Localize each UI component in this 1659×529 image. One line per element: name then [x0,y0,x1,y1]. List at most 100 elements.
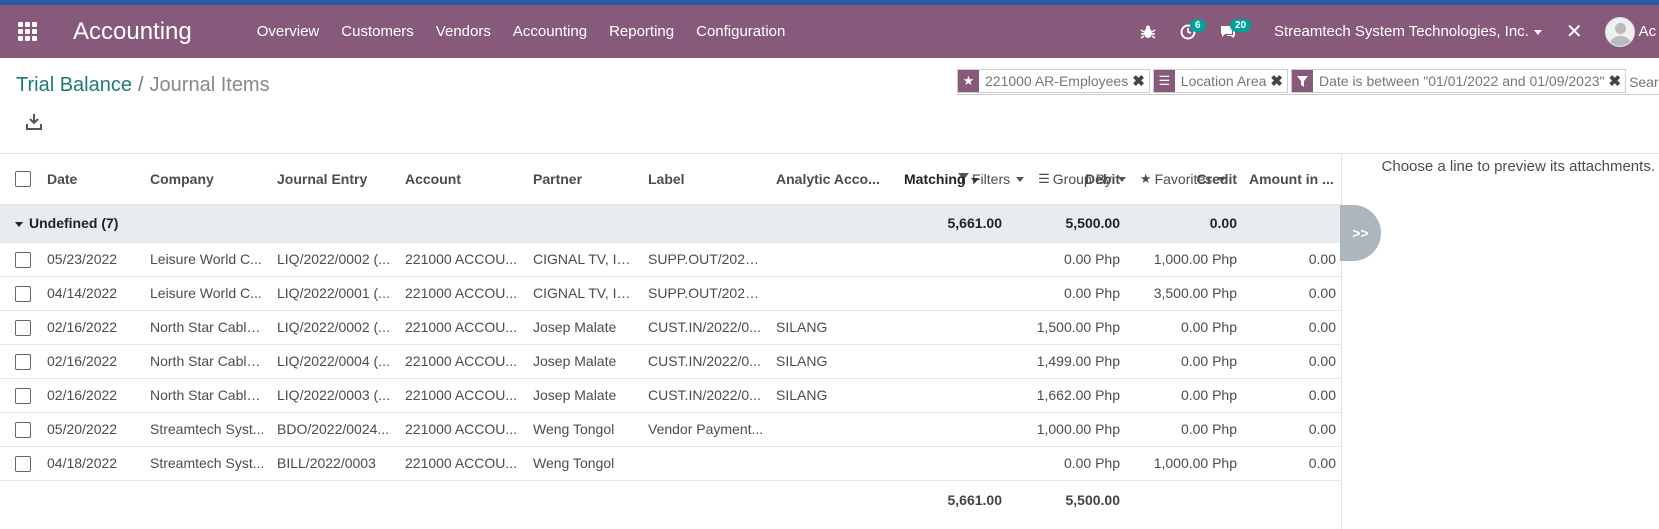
star-icon: ★ [958,70,979,92]
user-avatar[interactable] [1604,16,1635,47]
cell-partner: Weng Tongol [527,446,642,481]
cell-credit: 3,500.00 Php [1126,276,1243,311]
group-row[interactable]: Undefined (7) 5,661.00 5,500.00 0.00 [0,204,1342,243]
menu-customers[interactable]: Customers [330,23,425,40]
row-checkbox[interactable] [0,446,41,481]
row-checkbox[interactable] [0,378,41,413]
col-debit[interactable]: Debit [1008,154,1126,205]
breadcrumb: Trial Balance / Journal Items [16,74,270,97]
col-account[interactable]: Account [399,154,527,205]
totals-spacer-2 [1126,479,1243,520]
menu-configuration[interactable]: Configuration [685,23,796,40]
table-row[interactable]: 02/16/2022 North Star Cable... LIQ/2022/00… [0,378,1342,413]
cell-company: Leisure World C... [144,242,271,277]
cell-journal-entry: LIQ/2022/0002 (... [271,242,399,277]
apps-menu-icon[interactable] [0,5,54,58]
cell-company: North Star Cable... [144,310,271,345]
cell-company: North Star Cable... [144,344,271,379]
cell-journal-entry: LIQ/2022/0001 (... [271,276,399,311]
cell-label: Vendor Payment... [642,412,770,447]
table-row[interactable]: 05/23/2022 Leisure World C... LIQ/2022/000… [0,242,1342,277]
preview-hint: Choose a line to preview its attachments… [1381,158,1655,175]
row-checkbox[interactable] [0,310,41,345]
cell-matching [898,446,1008,481]
cell-label: SUPP.OUT/2022... [642,276,770,311]
menu-vendors[interactable]: Vendors [425,23,502,40]
cell-date: 02/16/2022 [41,344,144,379]
row-checkbox[interactable] [0,242,41,277]
col-company[interactable]: Company [144,154,271,205]
cell-label: SUPP.OUT/2022... [642,242,770,277]
facet-value: 221000 AR-Employees [985,73,1129,89]
cell-label [642,446,770,481]
control-panel: Trial Balance / Journal Items ★ 221000 AR-… [0,58,1659,187]
remove-facet-icon[interactable]: ✖ [1270,70,1287,92]
col-partner[interactable]: Partner [527,154,642,205]
table-row[interactable]: 02/16/2022 North Star Cable... LIQ/2022/00… [0,344,1342,379]
app-brand[interactable]: Accounting [73,18,192,46]
facet-filter: Date is between "01/01/2022 and 01/09/20… [1290,69,1627,93]
row-checkbox[interactable] [0,412,41,447]
menu-accounting[interactable]: Accounting [502,23,598,40]
cell-debit: 1,499.00 Php [1008,344,1126,379]
group-credit: 5,500.00 [1008,204,1126,243]
cell-credit: 1,000.00 Php [1126,242,1243,277]
cell-date: 04/18/2022 [41,446,144,481]
activity-clock-icon[interactable]: 6 [1168,5,1208,58]
remove-facet-icon[interactable]: ✖ [1608,70,1625,92]
table-row[interactable]: 04/18/2022 Streamtech Syst... BILL/2022/00… [0,446,1342,481]
cell-amount-currency: 0.00 [1243,378,1342,413]
cell-date: 02/16/2022 [41,378,144,413]
col-matching[interactable]: Matching [898,154,1008,205]
cell-partner: CIGNAL TV, INC. [527,242,642,277]
breadcrumb-trial-balance[interactable]: Trial Balance [16,74,132,96]
cell-analytic-account [770,412,898,447]
top-menu: Overview Customers Vendors Accounting Re… [246,23,797,40]
table-row[interactable]: 04/14/2022 Leisure World C... LIQ/2022/000… [0,276,1342,311]
journal-items-table: Date Company Journal Entry Account Partn… [0,154,1342,520]
table-row[interactable]: 05/20/2022 Streamtech Syst... BDO/2022/002… [0,412,1342,447]
systray: 6 20 Streamtech System Technologies, Inc… [1128,5,1656,58]
cell-label: CUST.IN/2022/0... [642,378,770,413]
search-bar[interactable]: ★ 221000 AR-Employees ✖ ☰ Location Area … [957,69,1659,95]
cell-analytic-account: SILANG [770,310,898,345]
cell-matching [898,412,1008,447]
list-icon: ☰ [1153,70,1175,92]
cell-credit: 0.00 Php [1126,344,1243,379]
user-name[interactable]: Ac [1639,23,1657,40]
cell-date: 05/20/2022 [41,412,144,447]
total-debit: 5,661.00 [898,479,1008,520]
facet-favorite: ★ 221000 AR-Employees ✖ [957,69,1150,93]
col-label[interactable]: Label [642,154,770,205]
cell-analytic-account [770,242,898,277]
company-switcher[interactable]: Streamtech System Technologies, Inc. [1274,23,1542,40]
tools-close-icon[interactable]: ✕ [1566,19,1583,44]
cell-partner: CIGNAL TV, INC. [527,276,642,311]
caret-down-icon [1533,29,1542,35]
menu-reporting[interactable]: Reporting [598,23,685,40]
breadcrumb-separator: / [137,74,144,96]
col-analytic-account[interactable]: Analytic Acco... [770,154,898,205]
header-row: Date Company Journal Entry Account Partn… [0,154,1342,205]
cell-amount-currency: 0.00 [1243,412,1342,447]
filter-icon [1291,70,1313,92]
col-journal-entry[interactable]: Journal Entry [271,154,399,205]
cell-account: 221000 ACCOU... [399,310,527,345]
cell-credit: 0.00 Php [1126,378,1243,413]
cell-company: Leisure World C... [144,276,271,311]
col-amount-currency[interactable]: Amount in ... [1243,154,1342,205]
totals-row: 5,661.00 5,500.00 [0,479,1342,520]
group-label-cell: Undefined (7) [0,204,898,243]
col-date[interactable]: Date [41,154,144,205]
col-credit[interactable]: Credit [1126,154,1243,205]
row-checkbox[interactable] [0,276,41,311]
remove-facet-icon[interactable]: ✖ [1132,70,1149,92]
download-icon[interactable] [26,113,42,131]
select-all-checkbox[interactable] [0,154,41,205]
menu-overview[interactable]: Overview [246,23,331,40]
messages-icon[interactable]: 20 [1208,5,1252,58]
row-checkbox[interactable] [0,344,41,379]
bug-icon[interactable] [1128,5,1168,58]
table-row[interactable]: 02/16/2022 North Star Cable... LIQ/2022/00… [0,310,1342,345]
search-input[interactable] [1629,69,1659,94]
